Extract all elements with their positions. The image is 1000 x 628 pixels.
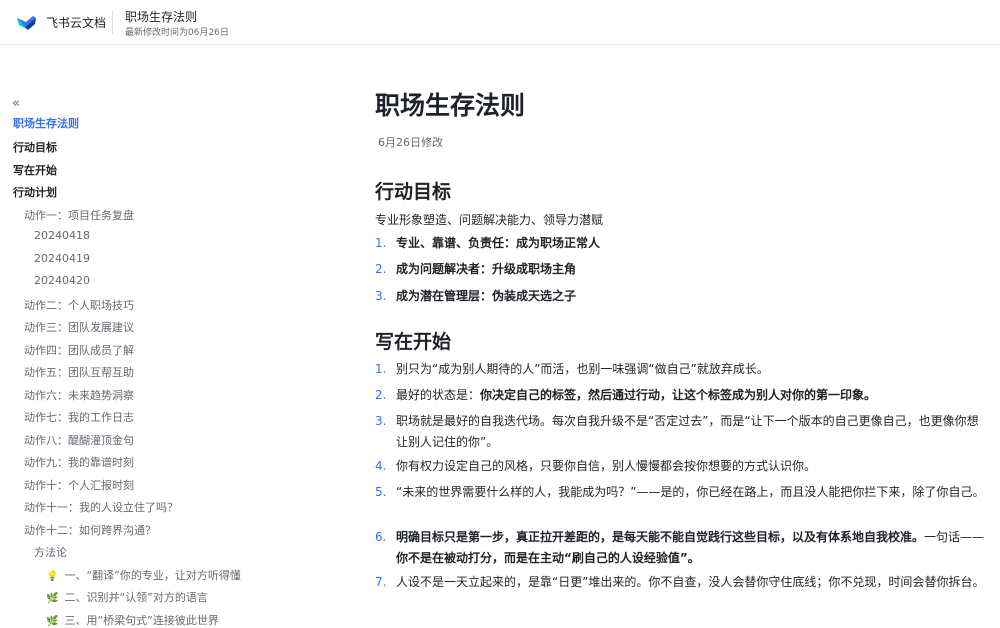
double-chevron-left-icon[interactable]: « (12, 96, 20, 111)
toc-item-action-plan[interactable]: 行动计划 (13, 184, 57, 200)
brand-name[interactable]: 飞书云文档 (46, 14, 106, 31)
header-doc-title: 职场生存法则 (125, 10, 198, 24)
toc-item-getting-started[interactable]: 写在开始 (13, 162, 57, 178)
toc-item-title[interactable]: 职场生存法则 (13, 115, 79, 131)
toc-item-method-3[interactable]: 🌿 三、用“桥梁句式”连接彼此世界 (46, 612, 219, 628)
toc-item-method-1[interactable]: 💡 一、“翻译”你的专业，让对方听得懂 (46, 567, 241, 583)
list-item: 2. 最好的状态是：你决定自己的标签，然后通过行动，让这个标签成为别人对你的第一… (375, 388, 877, 402)
toc-item-action-5[interactable]: 动作五：团队互帮互助 (24, 364, 134, 380)
toc-item-action-6[interactable]: 动作六：未来趋势洞察 (24, 387, 134, 403)
toc-item-action-1[interactable]: 动作一：项目任务复盘 (24, 207, 134, 223)
list-item: 1. 别只为“成为别人期待的人”而活，也别一味强调“做自己”就放弃成长。 (375, 362, 769, 376)
lightbulb-icon: 💡 (46, 571, 59, 582)
page-title: 职场生存法则 (375, 91, 526, 120)
leaf-icon: 🌿 (46, 616, 59, 627)
leaf-icon: 🌿 (46, 593, 59, 604)
toc-item-action-10[interactable]: 动作十：个人汇报时刻 (24, 477, 134, 493)
toc-item-action-8[interactable]: 动作八：醍醐灌顶金句 (24, 432, 134, 448)
toc-item-action-11[interactable]: 动作十一：我的人设立住了吗？ (24, 499, 178, 515)
list-item: 6. 明确目标只是第一步，真正拉开差距的，是每天能不能自觉践行这些目标，以及有体… (375, 530, 985, 565)
last-modified-text: 最新修改时间为06月26日 (125, 28, 229, 38)
list-item: 5. “未来的世界需要什么样的人，我能成为吗？”——是的，你已经在路上，而且没人… (375, 485, 985, 499)
toc-item-action-9[interactable]: 动作九：我的靠谱时刻 (24, 454, 134, 470)
list-item: 2. 成为问题解决者：升级成职场主角 (375, 262, 577, 276)
toc-item-method-2[interactable]: 🌿 二、识别并“认领”对方的语言 (46, 589, 208, 605)
toc-item-action-4[interactable]: 动作四：团队成员了解 (24, 342, 134, 358)
list-item: 3. 职场就是最好的自我迭代场。每次自我升级不是“否定过去”，而是“让下一个版本… (375, 414, 979, 449)
toc-item-20240419[interactable]: 20240419 (34, 252, 90, 265)
modified-date: 6月26日修改 (378, 136, 443, 149)
section-heading-getting-started: 写在开始 (375, 331, 452, 353)
toc-item-20240418[interactable]: 20240418 (34, 229, 90, 242)
toc-item-action-12[interactable]: 动作十二：如何跨界沟通？ (24, 522, 156, 538)
list-item: 3. 成为潜在管理层：伪装成天选之子 (375, 289, 577, 303)
toc-item-action-3[interactable]: 动作三：团队发展建议 (24, 319, 134, 335)
feishu-docs-logo-icon[interactable] (16, 12, 38, 32)
section-heading-action-goals: 行动目标 (375, 181, 452, 203)
toc-item-methodology[interactable]: 方法论 (34, 544, 67, 560)
toc-item-action-7[interactable]: 动作七：我的工作日志 (24, 409, 134, 425)
toc-item-action-2[interactable]: 动作二：个人职场技巧 (24, 297, 134, 313)
top-bar: 飞书云文档 职场生存法则 最新修改时间为06月26日 (0, 0, 1000, 45)
list-item: 4. 你有权力设定自己的风格，只要你自信，别人慢慢都会按你想要的方式认识你。 (375, 459, 817, 473)
header-divider (112, 10, 113, 34)
toc-item-action-goals[interactable]: 行动目标 (13, 139, 57, 155)
list-item: 1. 专业、靠谱、负责任：成为职场正常人 (375, 236, 601, 250)
toc-item-20240420[interactable]: 20240420 (34, 274, 90, 287)
section-intro: 专业形象塑造、问题解决能力、领导力潜赋 (375, 213, 604, 227)
list-item: 7. 人设不是一天立起来的，是靠“日更”堆出来的。你不自查，没人会替你守住底线；… (375, 575, 985, 589)
